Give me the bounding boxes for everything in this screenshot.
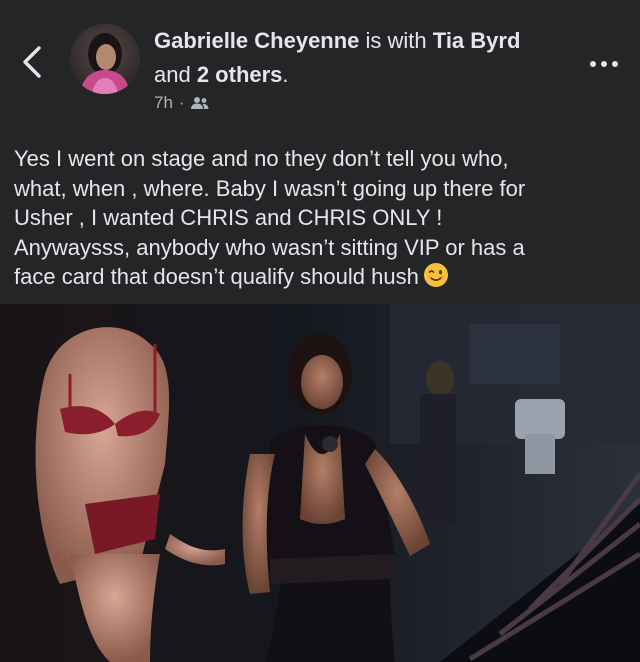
avatar-image [70,24,140,94]
post-photo[interactable] [0,304,640,662]
and-text: and [154,62,197,87]
tagged-name[interactable]: Tia Byrd [433,28,521,53]
friends-icon [190,97,209,109]
period: . [282,62,289,87]
author-line: Gabrielle Cheyenne is with Tia Byrd and … [154,24,554,92]
author-name[interactable]: Gabrielle Cheyenne [154,28,359,53]
post-time[interactable]: 7h [154,92,173,114]
more-options-dot [601,61,607,67]
post-text-line: Yes I went on stage and no they don’t te… [14,146,509,171]
post-text-line: what, when , where. Baby I wasn’t going … [14,175,526,201]
more-options-icon [590,61,596,67]
more-options-dot [612,61,618,67]
chevron-left-icon [23,46,41,78]
post-header: Gabrielle Cheyenne is with Tia Byrd and … [0,0,640,125]
others-link[interactable]: 2 others [197,62,283,87]
post-text: Yes I went on stage and no they don’t te… [14,144,626,296]
with-text: is with [359,28,433,53]
avatar[interactable] [70,24,140,94]
stage-photo-image [0,304,640,662]
post-text-line: face card that doesn’t qualify should hu… [14,264,419,289]
meta-separator: · [178,93,185,112]
post-meta: 7h · [154,92,209,114]
back-button[interactable] [14,40,50,84]
post-text-line: Usher , I wanted CHRIS and CHRIS ONLY ! [14,205,443,230]
winking-face-emoji [423,262,449,296]
more-options-button[interactable] [584,52,624,76]
post-text-line: Anywaysss, anybody who wasn’t sitting VI… [14,234,525,260]
